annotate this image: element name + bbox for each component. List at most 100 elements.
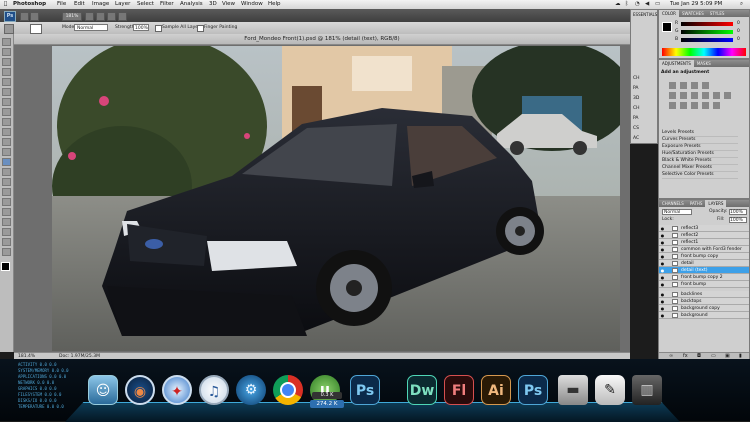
menu-edit[interactable]: Edit [74,1,85,7]
mini-panel-actions[interactable]: AC [633,136,639,142]
menu-select[interactable]: Select [137,1,154,7]
apple-menu[interactable]:  [4,1,7,7]
hand-button[interactable] [85,12,94,21]
bridge-button[interactable] [20,12,29,21]
photo-filter-icon[interactable] [713,92,720,99]
battery-icon[interactable]: ▭ [655,1,660,7]
preset-black-white[interactable]: Black & White Presets [662,158,738,165]
safari-icon[interactable]: ✦ [162,375,192,405]
smudge-tool-icon[interactable] [2,158,11,166]
eraser-tool-icon[interactable] [2,138,11,146]
type-tool-icon[interactable] [2,188,11,196]
color-g-value[interactable]: 0 [737,29,740,35]
3d-rotate-tool-icon[interactable] [2,218,11,226]
mini-panel-paragraph[interactable]: PA [633,116,639,122]
minibridge-button[interactable] [30,12,39,21]
visibility-eye-icon[interactable]: ● [660,226,665,231]
workspace-label[interactable]: ESSENTIALS [633,12,657,18]
mini-panel-3d[interactable]: 3D [633,96,639,102]
dreamweaver-icon[interactable]: Dw [407,375,437,405]
strength-input[interactable]: 100% [133,24,149,31]
layer-row[interactable]: ● front bump copy [659,253,749,260]
finger-painting-checkbox[interactable] [197,25,204,32]
blend-mode-select[interactable]: Normal [662,209,692,215]
history-brush-tool-icon[interactable] [2,128,11,136]
visibility-eye-icon[interactable]: ● [660,282,665,287]
visibility-eye-icon[interactable]: ● [660,233,665,238]
visibility-eye-icon[interactable]: ● [660,247,665,252]
color-balance-icon[interactable] [691,92,698,99]
foreground-color-swatch[interactable] [1,262,10,271]
color-g-slider[interactable] [681,30,733,34]
mini-panel-character[interactable]: CH [633,106,640,112]
path-select-tool-icon[interactable] [2,198,11,206]
flash-icon[interactable]: Fl [444,375,474,405]
layer-row[interactable]: ● background copy [659,305,749,312]
mini-panel-channels[interactable]: CH [633,76,640,82]
visibility-eye-icon[interactable]: ● [660,275,665,280]
visibility-eye-icon[interactable]: ● [660,313,665,318]
chrome-icon[interactable] [273,375,303,405]
brush-tool-icon[interactable] [2,108,11,116]
hard-drive-icon[interactable]: ▬ [558,375,588,405]
tab-color[interactable]: COLOR [659,10,679,17]
visibility-eye-icon[interactable]: ● [660,306,665,311]
volume-icon[interactable]: ◀ [645,1,649,7]
threshold-icon[interactable] [691,102,698,109]
zoom-select[interactable]: 181% [62,12,82,21]
vibrance-icon[interactable] [669,92,676,99]
visibility-eye-icon[interactable]: ● [660,299,665,304]
color-b-slider[interactable] [681,38,733,42]
healing-tool-icon[interactable] [2,98,11,106]
layer-row[interactable]: ● backtops [659,298,749,305]
visibility-eye-icon[interactable]: ● [660,292,665,297]
rotate-button[interactable] [96,12,105,21]
mode-select[interactable]: Normal [74,24,108,31]
trash-icon[interactable]: ▥ [632,375,662,405]
quick-select-tool-icon[interactable] [2,68,11,76]
illustrator-icon[interactable]: Ai [481,375,511,405]
preset-selective-color[interactable]: Selective Color Presets [662,172,738,179]
tab-channels[interactable]: CHANNELS [659,200,687,207]
layer-row[interactable]: ● reflect1 [659,239,749,246]
selective-color-icon[interactable] [713,102,720,109]
visibility-eye-icon[interactable]: ● [660,240,665,245]
layer-row-selected[interactable]: ● detail (text) [659,267,749,274]
move-tool-icon[interactable] [2,38,11,46]
levels-icon[interactable] [680,82,687,89]
layer-row[interactable]: ● reflect2 [659,232,749,239]
hue-saturation-icon[interactable] [680,92,687,99]
finder-icon[interactable]: ☺ [88,375,118,405]
gradient-tool-icon[interactable] [2,148,11,156]
mini-panel-clone-source[interactable]: CS [633,126,639,132]
dodge-tool-icon[interactable] [2,168,11,176]
layer-row[interactable]: ● reflect3 [659,225,749,232]
wifi-icon[interactable]: ◔ [635,1,640,7]
3d-orbit-tool-icon[interactable] [2,228,11,236]
screen-mode-button[interactable] [118,12,127,21]
invert-icon[interactable] [669,102,676,109]
menu-filter[interactable]: Filter [160,1,174,7]
visibility-eye-icon[interactable]: ● [660,261,665,266]
visibility-eye-icon[interactable]: ● [660,254,665,259]
layer-row[interactable]: ● detail [659,260,749,267]
app-menu[interactable]: Photoshop [13,1,46,7]
itunes-icon[interactable]: ♫ [199,375,229,405]
crop-tool-icon[interactable] [2,78,11,86]
marquee-tool-icon[interactable] [2,48,11,56]
preset-levels[interactable]: Levels Presets [662,130,738,137]
curves-icon[interactable] [691,82,698,89]
color-b-value[interactable]: 0 [737,37,740,43]
channel-mixer-icon[interactable] [724,92,731,99]
color-spectrum-ramp[interactable] [662,48,746,56]
cloud-icon[interactable]: ☁ [615,1,621,7]
eyedropper-tool-icon[interactable] [2,88,11,96]
layer-row[interactable]: ● front bump copy 2 [659,274,749,281]
opacity-input[interactable]: 100% [729,209,747,215]
posterize-icon[interactable] [680,102,687,109]
sample-all-checkbox[interactable] [155,25,162,32]
menu-analysis[interactable]: Analysis [180,1,203,7]
color-fg-swatch[interactable] [662,22,672,32]
spotlight-icon[interactable]: ⌕ [740,1,743,8]
camino-icon[interactable]: ◉ [125,375,155,405]
